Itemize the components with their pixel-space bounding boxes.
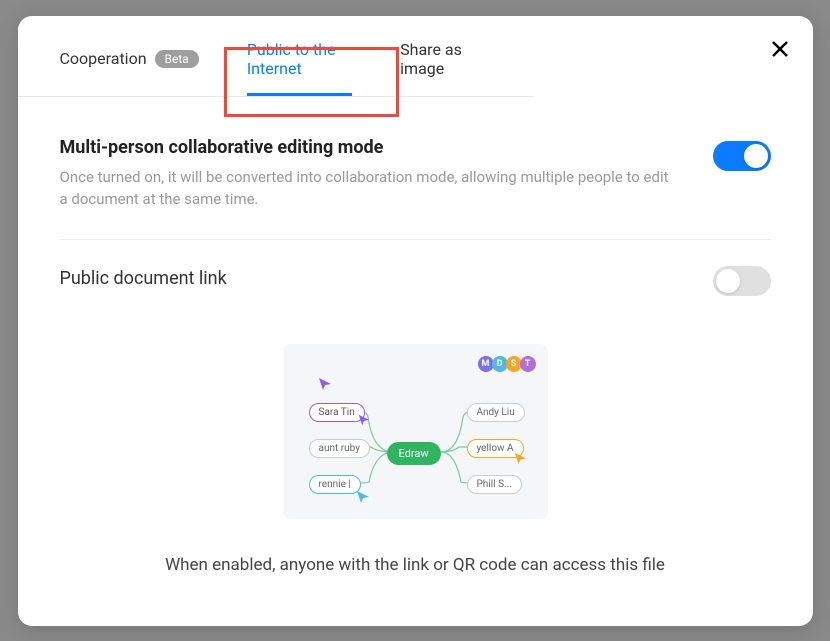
tab-cooperation[interactable]: Cooperation Beta (48, 25, 223, 86)
avatar-row: M D S T (480, 356, 536, 372)
close-icon (771, 40, 789, 58)
tab-public-internet[interactable]: Public to the Internet (223, 16, 376, 96)
public-link-toggle[interactable] (713, 266, 771, 296)
modal-content: Multi-person collaborative editing mode … (18, 97, 813, 605)
tab-bar: Cooperation Beta Public to the Internet … (18, 16, 533, 97)
node-aunt: aunt ruby (309, 439, 370, 458)
toggle-knob (716, 269, 740, 293)
tab-cooperation-label: Cooperation (60, 49, 147, 68)
center-node: Edraw (387, 442, 441, 465)
tab-share-image[interactable]: Share as image (376, 16, 502, 96)
collab-section: Multi-person collaborative editing mode … (60, 127, 771, 240)
public-link-label: Public document link (60, 268, 227, 289)
cursor-orange-icon (513, 451, 528, 466)
avatar-t: T (520, 356, 536, 372)
collab-text: Multi-person collaborative editing mode … (60, 137, 713, 211)
node-andy: Andy Liu (467, 403, 525, 422)
tab-public-label: Public to the Internet (247, 40, 352, 78)
illustration-section: M D S T Edraw Sara Tin (60, 324, 771, 575)
toggle-knob (744, 144, 768, 168)
mindmap-illustration: M D S T Edraw Sara Tin (283, 344, 548, 519)
cursor-purple-icon (317, 376, 333, 392)
share-modal: Cooperation Beta Public to the Internet … (18, 16, 813, 626)
collab-desc: Once turned on, it will be converted int… (60, 166, 673, 211)
cursor-purple-small-icon (357, 413, 371, 427)
cursor-cyan-icon (355, 489, 371, 505)
public-link-section: Public document link (60, 240, 771, 324)
beta-badge: Beta (155, 50, 199, 68)
close-button[interactable] (771, 40, 789, 62)
collab-toggle[interactable] (713, 141, 771, 171)
collab-title: Multi-person collaborative editing mode (60, 137, 673, 158)
mindmap: Edraw Sara Tin aunt ruby rennie | Andy L… (283, 389, 548, 519)
node-phill: Phill S... (467, 475, 522, 494)
hint-text: When enabled, anyone with the link or QR… (165, 555, 665, 575)
node-rennie: rennie | (309, 475, 361, 494)
tab-share-image-label: Share as image (400, 40, 478, 78)
